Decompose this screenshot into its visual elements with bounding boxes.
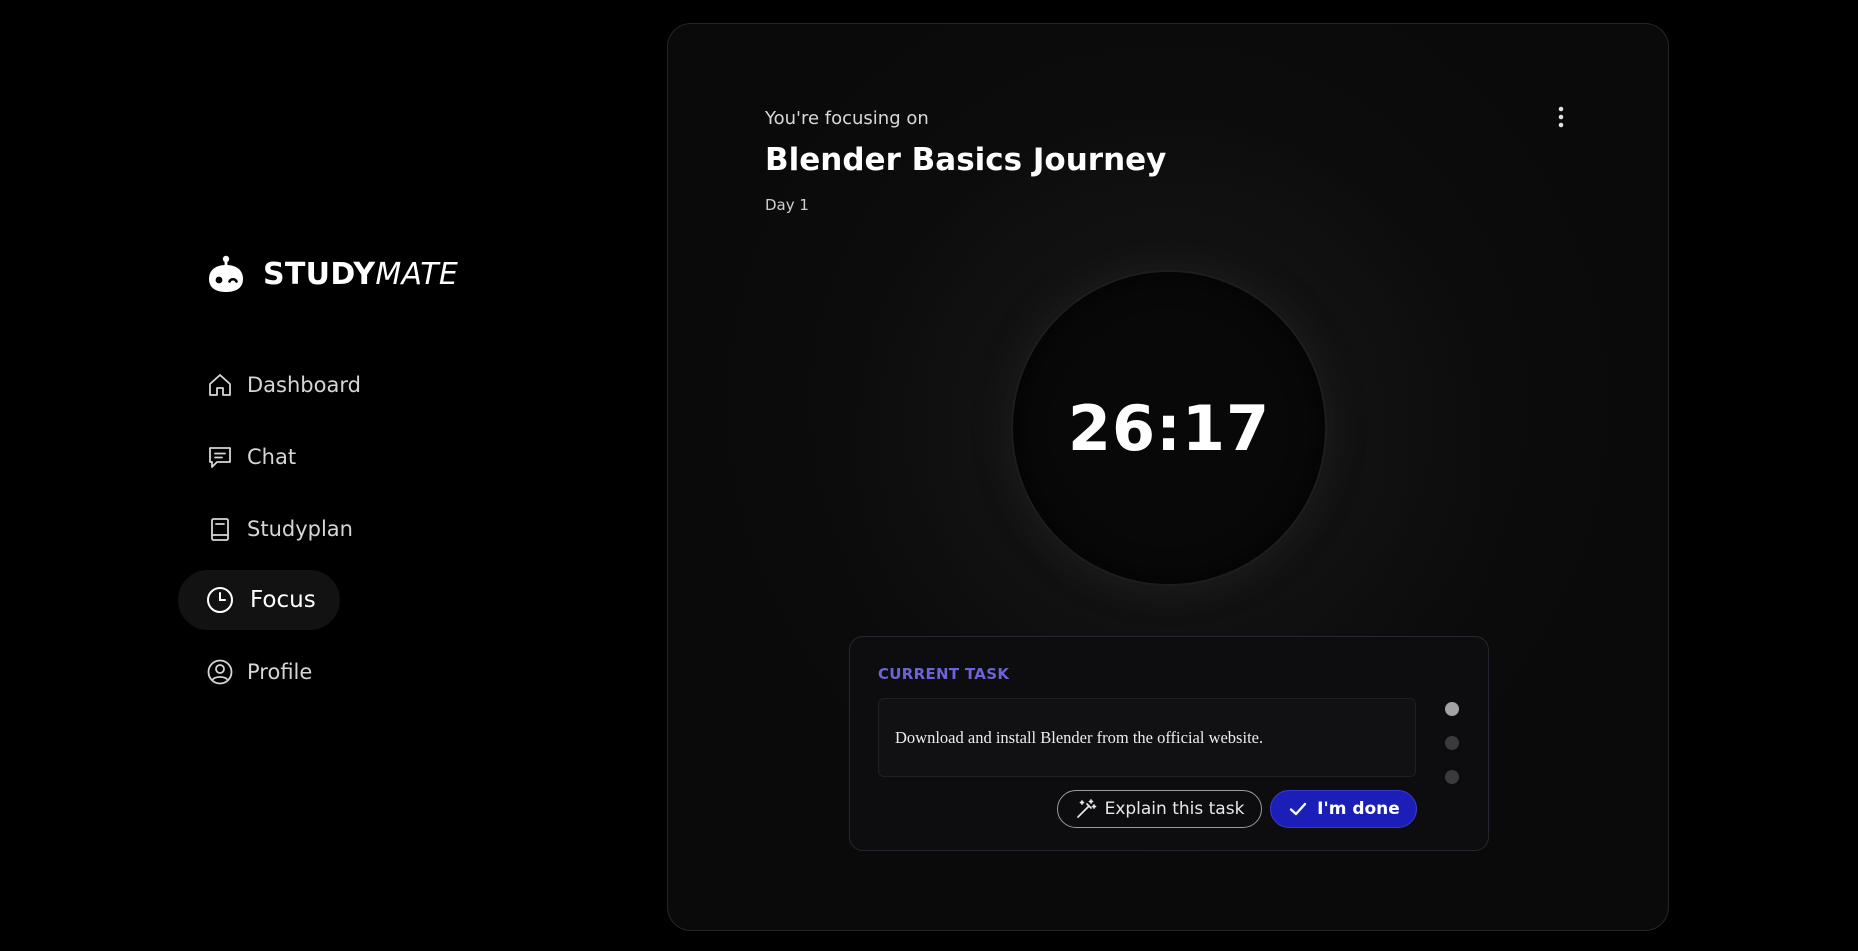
sidebar-item-focus[interactable]: Focus bbox=[178, 570, 340, 630]
focus-panel: You're focusing on Blender Basics Journe… bbox=[667, 23, 1669, 931]
check-icon bbox=[1287, 798, 1309, 820]
brand-name-italic: MATE bbox=[375, 256, 459, 292]
sidebar-item-label: Profile bbox=[247, 660, 313, 684]
magic-wand-icon bbox=[1075, 798, 1097, 820]
task-pager-dot[interactable] bbox=[1445, 702, 1459, 716]
sidebar-item-chat[interactable]: Chat bbox=[178, 427, 322, 487]
explain-task-button[interactable]: Explain this task bbox=[1057, 790, 1262, 828]
sidebar-item-dashboard[interactable]: Dashboard bbox=[178, 355, 387, 415]
vertical-dots-icon bbox=[1558, 106, 1564, 128]
user-circle-icon bbox=[205, 657, 235, 687]
page-title: Blender Basics Journey bbox=[765, 142, 1167, 178]
sidebar-item-label: Studyplan bbox=[247, 517, 353, 541]
task-pager-dot[interactable] bbox=[1445, 736, 1459, 750]
sidebar-item-label: Dashboard bbox=[247, 373, 361, 397]
brand-logo-link[interactable]: STUDYMATE bbox=[205, 253, 458, 295]
chat-icon bbox=[205, 442, 235, 472]
task-description: Download and install Blender from the of… bbox=[895, 727, 1264, 747]
brand-name-bold: STUDY bbox=[263, 256, 376, 292]
sidebar: STUDYMATE Dashboard Chat Studyplan Focus… bbox=[178, 0, 578, 951]
task-pager bbox=[1445, 702, 1459, 792]
explain-task-label: Explain this task bbox=[1104, 799, 1245, 819]
current-task-card: CURRENT TASK Download and install Blende… bbox=[849, 636, 1489, 851]
day-label: Day 1 bbox=[765, 196, 809, 214]
done-button[interactable]: I'm done bbox=[1270, 790, 1417, 828]
home-icon bbox=[205, 370, 235, 400]
more-options-button[interactable] bbox=[1550, 102, 1572, 132]
task-heading: CURRENT TASK bbox=[878, 665, 1010, 683]
clock-icon bbox=[205, 585, 235, 615]
focus-caption: You're focusing on bbox=[765, 108, 929, 129]
timer-display: 26:17 bbox=[1067, 391, 1271, 465]
task-pager-dot[interactable] bbox=[1445, 770, 1459, 784]
sidebar-item-label: Chat bbox=[247, 445, 297, 469]
sidebar-item-profile[interactable]: Profile bbox=[178, 642, 338, 702]
done-label: I'm done bbox=[1317, 799, 1400, 819]
task-description-box: Download and install Blender from the of… bbox=[878, 698, 1416, 777]
sidebar-item-studyplan[interactable]: Studyplan bbox=[178, 499, 379, 559]
timer-circle: 26:17 bbox=[1011, 270, 1327, 586]
book-icon bbox=[205, 514, 235, 544]
brand-name: STUDYMATE bbox=[263, 257, 458, 292]
robot-face-icon bbox=[209, 255, 243, 292]
sidebar-item-label: Focus bbox=[250, 587, 316, 613]
